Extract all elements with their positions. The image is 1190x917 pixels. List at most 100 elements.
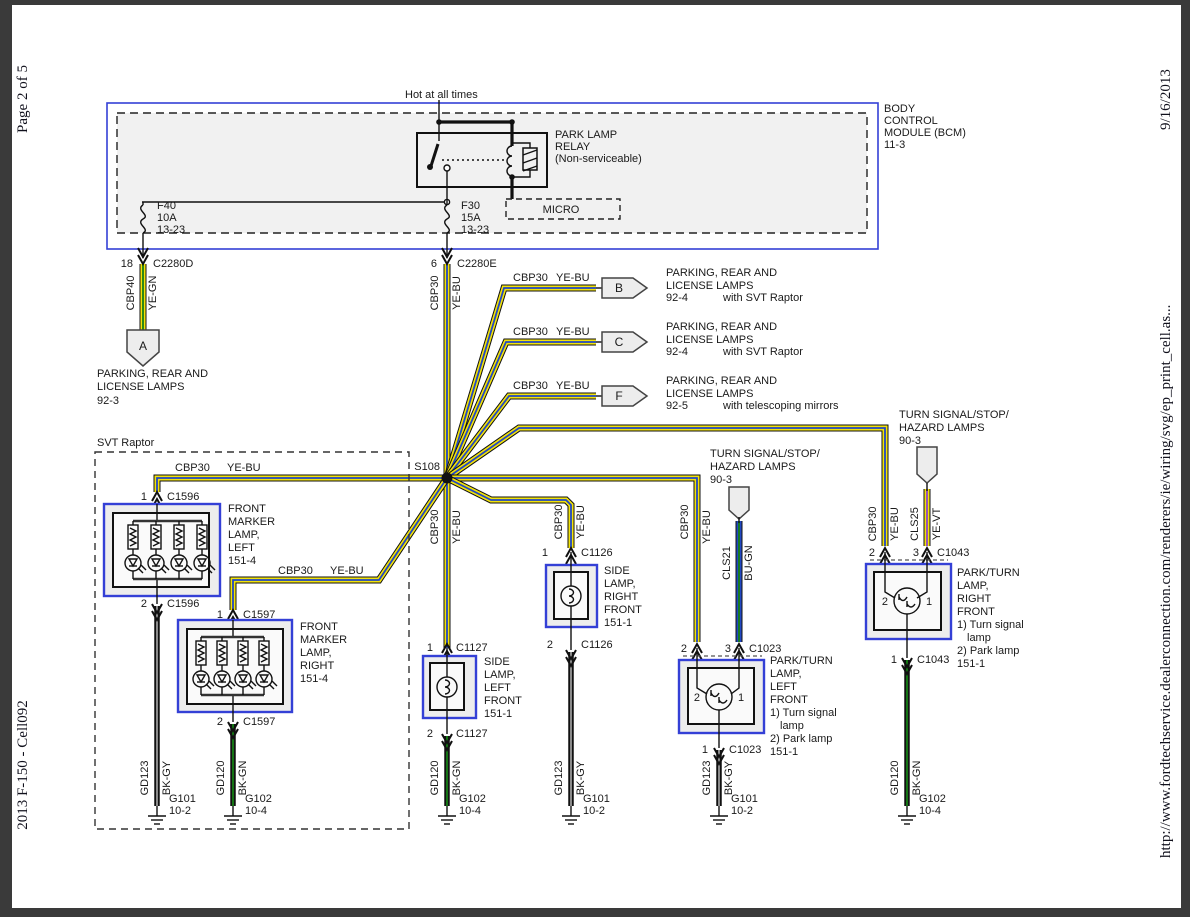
svg-text:YE-BU: YE-BU xyxy=(227,462,261,474)
svg-text:BK-GY: BK-GY xyxy=(575,760,587,795)
svg-text:YE-BU: YE-BU xyxy=(556,326,590,338)
svg-text:GD123: GD123 xyxy=(701,761,713,796)
svg-text:2: 2 xyxy=(217,716,223,728)
svg-text:LEFT: LEFT xyxy=(770,681,797,693)
svg-text:CBP30: CBP30 xyxy=(867,507,879,542)
svg-text:A: A xyxy=(139,339,147,353)
svg-text:FRONT: FRONT xyxy=(484,695,522,707)
svg-text:C1127: C1127 xyxy=(456,642,488,654)
ground-g101-ptl: GD123 BK-GY G101 10-2 xyxy=(701,760,758,824)
svg-text:TURN SIGNAL/STOP/: TURN SIGNAL/STOP/ xyxy=(710,448,821,460)
svg-text:6: 6 xyxy=(431,258,437,270)
svg-text:CBP30: CBP30 xyxy=(175,462,210,474)
svg-text:BK-GY: BK-GY xyxy=(161,760,173,795)
svg-text:10-2: 10-2 xyxy=(169,805,191,817)
svg-text:CBP30: CBP30 xyxy=(679,505,691,540)
svg-text:92-4: 92-4 xyxy=(666,346,688,358)
svg-text:C: C xyxy=(615,335,624,349)
connector-c2280d: 18 C2280D xyxy=(121,248,194,270)
svg-text:GD120: GD120 xyxy=(429,761,441,796)
ground-g102-sll: GD120 BK-GN G102 10-4 xyxy=(429,761,486,824)
svg-text:SIDE: SIDE xyxy=(604,565,630,577)
svg-text:LAMP,: LAMP, xyxy=(484,669,516,681)
svg-text:10-4: 10-4 xyxy=(459,805,481,817)
svg-text:PARK/TURN: PARK/TURN xyxy=(957,567,1020,579)
svg-text:YE-BU: YE-BU xyxy=(575,505,587,539)
svg-text:GD120: GD120 xyxy=(889,761,901,796)
svg-text:MODULE (BCM): MODULE (BCM) xyxy=(884,127,966,139)
svg-text:151-4: 151-4 xyxy=(300,673,328,685)
svg-text:FRONT: FRONT xyxy=(957,606,995,618)
hot-at-all-times-label: Hot at all times xyxy=(405,89,478,101)
svg-text:with SVT Raptor: with SVT Raptor xyxy=(722,292,803,304)
side-lamp-right-front: CBP30 YE-BU 1 C1126 SIDE LAMP, RIGHT FRO… xyxy=(542,505,642,666)
svg-text:HAZARD LAMPS: HAZARD LAMPS xyxy=(710,461,796,473)
svg-text:10A: 10A xyxy=(157,212,177,224)
svg-text:CLS25: CLS25 xyxy=(909,507,921,541)
svg-text:C2280D: C2280D xyxy=(153,258,193,270)
page-indicator: Page 2 of 5 xyxy=(15,65,31,133)
svg-text:2: 2 xyxy=(141,598,147,610)
svg-text:151-1: 151-1 xyxy=(957,658,985,670)
svg-text:C1126: C1126 xyxy=(581,639,613,651)
svg-text:RIGHT: RIGHT xyxy=(957,593,992,605)
svg-text:2: 2 xyxy=(882,596,888,608)
svg-text:CBP40: CBP40 xyxy=(125,276,137,311)
svg-text:C1596: C1596 xyxy=(167,598,199,610)
svg-text:1) Turn signal: 1) Turn signal xyxy=(957,619,1024,631)
svg-text:2: 2 xyxy=(681,643,687,655)
svg-text:C1596: C1596 xyxy=(167,491,199,503)
svg-text:2: 2 xyxy=(547,639,553,651)
bcm-module: Hot at all times BODY CONTROL MODULE (BC… xyxy=(107,89,966,258)
svg-text:10-2: 10-2 xyxy=(731,805,753,817)
svg-text:F30: F30 xyxy=(461,200,480,212)
svg-text:C1597: C1597 xyxy=(243,716,275,728)
svg-text:FRONT: FRONT xyxy=(770,694,808,706)
ground-g102-fmr: GD120 BK-GN G102 10-4 xyxy=(215,761,272,824)
svg-text:15A: 15A xyxy=(461,212,481,224)
svg-text:G101: G101 xyxy=(583,793,610,805)
svg-text:92-4: 92-4 xyxy=(666,292,688,304)
svg-text:151-4: 151-4 xyxy=(228,555,256,567)
svg-text:HAZARD LAMPS: HAZARD LAMPS xyxy=(899,422,985,434)
svg-text:BK-GN: BK-GN xyxy=(451,761,463,796)
svg-text:BK-GY: BK-GY xyxy=(723,760,735,795)
svg-text:CBP30: CBP30 xyxy=(429,510,441,545)
svg-text:GD123: GD123 xyxy=(139,761,151,796)
svg-text:LICENSE LAMPS: LICENSE LAMPS xyxy=(97,381,184,393)
svg-text:GD120: GD120 xyxy=(215,761,227,796)
svg-text:YE-BU: YE-BU xyxy=(889,507,901,541)
svg-text:BK-GN: BK-GN xyxy=(911,761,923,796)
svg-text:with SVT Raptor: with SVT Raptor xyxy=(722,346,803,358)
svg-text:FRONT: FRONT xyxy=(300,621,338,633)
svg-text:YE-BU: YE-BU xyxy=(451,510,463,544)
svg-text:RIGHT: RIGHT xyxy=(604,591,639,603)
svg-text:C2280E: C2280E xyxy=(457,258,497,270)
ground-g102-ptr: GD120 BK-GN G102 10-4 xyxy=(889,761,946,824)
wiring-diagram: Page 2 of 5 2013 F-150 - Cell092 http://… xyxy=(0,0,1190,917)
svg-text:BU-GN: BU-GN xyxy=(743,545,755,581)
screenshot-frame: Page 2 of 5 2013 F-150 - Cell092 http://… xyxy=(0,0,1190,917)
svg-text:CLS21: CLS21 xyxy=(721,546,733,580)
svg-text:G102: G102 xyxy=(459,793,486,805)
svg-text:MARKER: MARKER xyxy=(300,634,347,646)
front-marker-lamp-left: CBP30 YE-BU 1 C1596 FRONT MARKER LAMP, L… xyxy=(104,462,275,620)
svg-text:PARKING, REAR AND: PARKING, REAR AND xyxy=(666,321,777,333)
splice-s108-dot xyxy=(442,473,453,484)
turn-feed-connector-right xyxy=(917,447,937,483)
svg-text:CBP30: CBP30 xyxy=(553,505,565,540)
svg-text:CBP30: CBP30 xyxy=(513,326,548,338)
svg-text:2: 2 xyxy=(427,728,433,740)
svg-text:(Non-serviceable): (Non-serviceable) xyxy=(555,153,642,165)
svg-text:2) Park lamp: 2) Park lamp xyxy=(957,645,1019,657)
svg-text:YE-BU: YE-BU xyxy=(330,565,364,577)
svg-text:C1043: C1043 xyxy=(917,654,949,666)
svg-text:C1126: C1126 xyxy=(581,547,613,559)
svg-text:with telescoping mirrors: with telescoping mirrors xyxy=(722,400,839,412)
micro-label: MICRO xyxy=(543,204,580,216)
svg-text:YE-BU: YE-BU xyxy=(701,510,713,544)
svg-text:C1127: C1127 xyxy=(456,728,488,740)
svg-text:G101: G101 xyxy=(731,793,758,805)
svg-text:FRONT: FRONT xyxy=(228,503,266,515)
svg-text:TURN SIGNAL/STOP/: TURN SIGNAL/STOP/ xyxy=(899,409,1010,421)
